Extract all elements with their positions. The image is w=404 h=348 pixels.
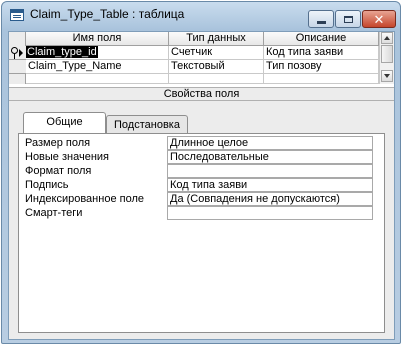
minimize-icon: [316, 20, 326, 24]
column-header-description[interactable]: Описание: [264, 32, 379, 46]
property-value-field[interactable]: Последовательные: [167, 150, 373, 164]
property-label: Размер поля: [25, 137, 91, 149]
design-view: Имя поля Тип данных Описание Claim_type_…: [8, 31, 395, 340]
property-value-field[interactable]: Да (Совпадения не допускаются): [167, 192, 373, 206]
tab-general[interactable]: Общие: [23, 112, 106, 133]
general-properties-panel: Размер поля Длинное целое Новые значения…: [18, 133, 385, 333]
property-row: Новые значения Последовательные: [19, 150, 384, 164]
property-row: Смарт-теги: [19, 206, 384, 220]
field-properties-pane: Общие Подстановка Размер поля Длинное це…: [9, 101, 394, 339]
property-value-field[interactable]: Код типа заяви: [167, 178, 373, 192]
property-label: Смарт-теги: [25, 207, 83, 219]
scroll-thumb[interactable]: [381, 45, 393, 63]
property-row: Размер поля Длинное целое: [19, 136, 384, 150]
row-selector[interactable]: [9, 46, 26, 60]
primary-key-icon: [11, 47, 18, 59]
column-header-field-name[interactable]: Имя поля: [26, 32, 169, 46]
maximize-icon: [343, 15, 353, 23]
column-header-data-type[interactable]: Тип данных: [169, 32, 264, 46]
table-icon[interactable]: [10, 9, 24, 21]
field-properties-header: Свойства поля: [9, 87, 394, 101]
row-selector[interactable]: [9, 60, 26, 74]
close-icon: ✕: [373, 11, 385, 27]
field-name-cell[interactable]: Claim_type_id: [26, 46, 169, 60]
minimize-button[interactable]: [308, 10, 334, 28]
field-grid: Имя поля Тип данных Описание Claim_type_…: [9, 32, 394, 84]
description-cell[interactable]: Код типа заяви: [264, 46, 379, 60]
table-design-window: Claim_Type_Table : таблица ✕ Имя поля Ти…: [1, 1, 401, 344]
scroll-down-button[interactable]: [381, 70, 393, 82]
field-name-cell[interactable]: [26, 74, 169, 84]
close-button[interactable]: ✕: [362, 10, 396, 28]
current-row-arrow-icon: [19, 49, 23, 57]
maximize-button[interactable]: [335, 10, 361, 28]
property-row: Формат поля: [19, 164, 384, 178]
property-value-field[interactable]: [167, 206, 373, 220]
property-label: Подпись: [25, 179, 69, 191]
property-row: Подпись Код типа заяви: [19, 178, 384, 192]
data-type-cell[interactable]: Счетчик: [169, 46, 264, 60]
vertical-scrollbar[interactable]: [379, 32, 394, 84]
scroll-up-button[interactable]: [381, 32, 393, 44]
tab-lookup[interactable]: Подстановка: [106, 115, 188, 135]
table-row[interactable]: Claim_type_id Счетчик Код типа заяви: [9, 46, 379, 60]
field-name-cell[interactable]: Claim_Type_Name: [26, 60, 169, 74]
property-value-field[interactable]: [167, 164, 373, 178]
window-title: Claim_Type_Table : таблица: [30, 7, 185, 21]
table-row[interactable]: Claim_Type_Name Текстовый Тип позову: [9, 60, 379, 74]
description-cell[interactable]: Тип позову: [264, 60, 379, 74]
data-type-cell[interactable]: Текстовый: [169, 60, 264, 74]
property-row: Индексированное поле Да (Совпадения не д…: [19, 192, 384, 206]
empty-table-row[interactable]: [9, 74, 379, 84]
property-label: Формат поля: [25, 165, 92, 177]
property-label: Индексированное поле: [25, 193, 144, 205]
property-value-field[interactable]: Длинное целое: [167, 136, 373, 150]
title-bar[interactable]: Claim_Type_Table : таблица ✕: [2, 2, 400, 28]
data-type-cell[interactable]: [169, 74, 264, 84]
property-label: Новые значения: [25, 151, 110, 163]
description-cell[interactable]: [264, 74, 379, 84]
field-name-text: Claim_type_id: [26, 46, 98, 58]
